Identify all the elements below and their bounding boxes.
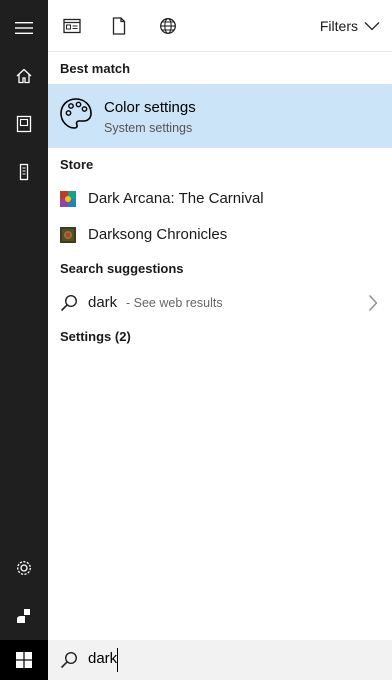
search-box[interactable]: dark bbox=[48, 640, 392, 680]
settings-group-heading[interactable]: Settings (2) bbox=[60, 329, 131, 344]
search-results-panel: Filters Best match Color settings System… bbox=[48, 0, 392, 640]
store-item-label: Darksong Chronicles bbox=[88, 226, 228, 243]
device-button[interactable] bbox=[0, 148, 48, 196]
see-web-results-label: - See web results bbox=[126, 296, 223, 310]
store-heading: Store bbox=[60, 157, 94, 172]
chevron-down-icon bbox=[364, 22, 380, 31]
settings-button[interactable] bbox=[0, 544, 48, 592]
best-match-heading: Best match bbox=[60, 61, 131, 76]
windows-logo-icon bbox=[16, 652, 32, 668]
text-caret bbox=[117, 648, 118, 672]
store-item-darksong-chronicles[interactable]: Darksong Chronicles bbox=[48, 217, 392, 253]
home-icon bbox=[16, 68, 32, 84]
documents-icon bbox=[16, 115, 32, 133]
documents-filter-button[interactable] bbox=[103, 10, 135, 42]
chevron-right-icon[interactable] bbox=[368, 294, 378, 312]
filter-toolbar: Filters bbox=[48, 0, 392, 52]
home-button[interactable] bbox=[0, 52, 48, 100]
best-match-title: Color settings bbox=[104, 99, 196, 116]
search-input[interactable]: dark bbox=[88, 650, 368, 672]
documents-button[interactable] bbox=[0, 100, 48, 148]
app-thumbnail-icon bbox=[60, 191, 76, 207]
filters-label: Filters bbox=[319, 18, 358, 34]
document-icon bbox=[112, 17, 126, 35]
start-button[interactable] bbox=[0, 640, 48, 680]
best-match-item[interactable]: Color settings System settings bbox=[48, 84, 392, 148]
store-item-label: Dark Arcana: The Carnival bbox=[88, 190, 264, 207]
apps-window-icon bbox=[63, 18, 81, 34]
app-thumbnail-icon bbox=[60, 227, 76, 243]
filters-dropdown[interactable]: Filters bbox=[320, 14, 380, 38]
menu-button[interactable] bbox=[0, 4, 48, 52]
settings-gear-icon bbox=[17, 561, 31, 575]
best-match-subtitle: System settings bbox=[104, 121, 193, 135]
search-icon bbox=[60, 294, 78, 312]
user-icon bbox=[17, 609, 30, 623]
web-filter-button[interactable] bbox=[152, 10, 184, 42]
web-suggestion-item[interactable]: dark - See web results bbox=[48, 286, 392, 320]
hamburger-icon bbox=[15, 22, 33, 34]
store-item-dark-arcana[interactable]: Dark Arcana: The Carnival bbox=[48, 181, 392, 217]
suggestion-query: dark bbox=[88, 294, 118, 311]
search-icon bbox=[60, 651, 78, 669]
left-rail bbox=[0, 0, 48, 680]
user-button[interactable] bbox=[0, 592, 48, 640]
device-icon bbox=[19, 163, 29, 181]
palette-icon bbox=[60, 98, 92, 129]
apps-filter-button[interactable] bbox=[56, 10, 88, 42]
globe-icon bbox=[160, 18, 176, 34]
search-suggestions-heading: Search suggestions bbox=[60, 261, 184, 276]
